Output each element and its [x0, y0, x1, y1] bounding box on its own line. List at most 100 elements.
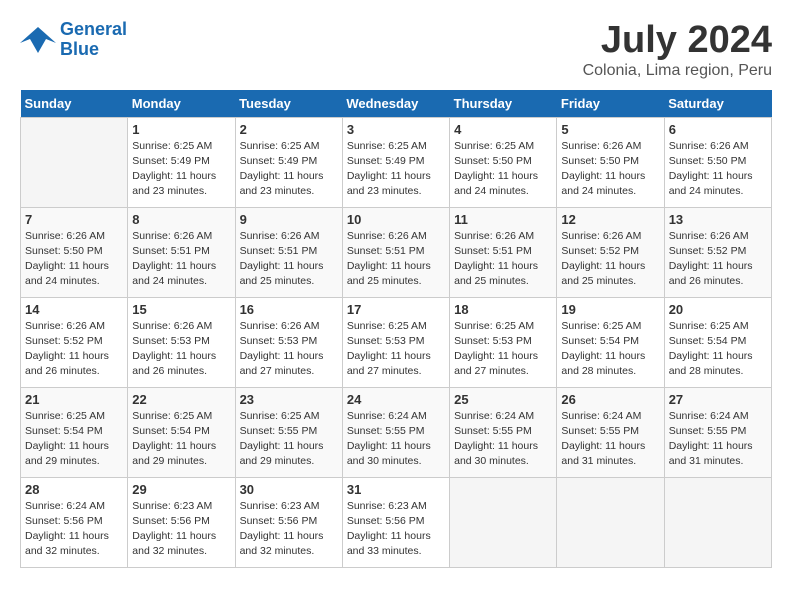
day-info: Sunrise: 6:25 AM Sunset: 5:54 PM Dayligh… [669, 319, 767, 380]
calendar-header-cell: Monday [128, 90, 235, 118]
page-title: July 2024 [583, 20, 772, 62]
calendar-cell: 31 Sunrise: 6:23 AM Sunset: 5:56 PM Dayli… [342, 477, 449, 567]
day-info: Sunrise: 6:25 AM Sunset: 5:49 PM Dayligh… [132, 139, 230, 200]
day-number: 23 [240, 392, 338, 407]
calendar-cell: 5Sunrise: 6:26 AM Sunset: 5:50 PM Daylig… [557, 117, 664, 207]
day-number: 6 [669, 122, 767, 137]
calendar-week-row: 1 Sunrise: 6:25 AM Sunset: 5:49 PM Daylig… [21, 117, 772, 207]
logo-text: General Blue [60, 20, 127, 60]
day-number: 3 [347, 122, 445, 137]
day-number: 17 [347, 302, 445, 317]
day-number: 29 [132, 482, 230, 497]
day-info: Sunrise: 6:25 AM Sunset: 5:54 PM Dayligh… [25, 409, 123, 470]
day-number: 22 [132, 392, 230, 407]
logo-icon [20, 25, 56, 55]
calendar-header-row: SundayMondayTuesdayWednesdayThursdayFrid… [21, 90, 772, 118]
calendar-cell: 3 Sunrise: 6:25 AM Sunset: 5:49 PM Daylig… [342, 117, 449, 207]
day-number: 21 [25, 392, 123, 407]
day-number: 28 [25, 482, 123, 497]
calendar-cell: 2 Sunrise: 6:25 AM Sunset: 5:49 PM Daylig… [235, 117, 342, 207]
calendar-cell: 7 Sunrise: 6:26 AM Sunset: 5:50 PM Daylig… [21, 207, 128, 297]
day-number: 16 [240, 302, 338, 317]
day-info: Sunrise: 6:26 AM Sunset: 5:50 PM Dayligh… [669, 139, 767, 200]
calendar-cell [664, 477, 771, 567]
calendar-week-row: 21 Sunrise: 6:25 AM Sunset: 5:54 PM Dayli… [21, 387, 772, 477]
day-info: Sunrise: 6:26 AM Sunset: 5:51 PM Dayligh… [347, 229, 445, 290]
calendar-cell [557, 477, 664, 567]
day-number: 13 [669, 212, 767, 227]
day-number: 8 [132, 212, 230, 227]
calendar-header-cell: Friday [557, 90, 664, 118]
calendar-cell: 17 Sunrise: 6:25 AM Sunset: 5:53 PM Dayli… [342, 297, 449, 387]
day-info: Sunrise: 6:25 AM Sunset: 5:50 PM Dayligh… [454, 139, 552, 200]
calendar-cell: 27 Sunrise: 6:24 AM Sunset: 5:55 PM Dayli… [664, 387, 771, 477]
calendar-cell: 19Sunrise: 6:25 AM Sunset: 5:54 PM Dayli… [557, 297, 664, 387]
day-info: Sunrise: 6:24 AM Sunset: 5:55 PM Dayligh… [347, 409, 445, 470]
logo: General Blue [20, 20, 127, 60]
calendar-cell: 11Sunrise: 6:26 AM Sunset: 5:51 PM Dayli… [450, 207, 557, 297]
calendar-table: SundayMondayTuesdayWednesdayThursdayFrid… [20, 90, 772, 568]
calendar-cell: 10 Sunrise: 6:26 AM Sunset: 5:51 PM Dayli… [342, 207, 449, 297]
day-info: Sunrise: 6:23 AM Sunset: 5:56 PM Dayligh… [132, 499, 230, 560]
day-info: Sunrise: 6:25 AM Sunset: 5:53 PM Dayligh… [347, 319, 445, 380]
calendar-cell: 26Sunrise: 6:24 AM Sunset: 5:55 PM Dayli… [557, 387, 664, 477]
day-number: 10 [347, 212, 445, 227]
day-number: 12 [561, 212, 659, 227]
day-number: 25 [454, 392, 552, 407]
day-number: 27 [669, 392, 767, 407]
day-number: 30 [240, 482, 338, 497]
day-number: 5 [561, 122, 659, 137]
calendar-cell: 14 Sunrise: 6:26 AM Sunset: 5:52 PM Dayli… [21, 297, 128, 387]
calendar-header-cell: Wednesday [342, 90, 449, 118]
calendar-week-row: 28Sunrise: 6:24 AM Sunset: 5:56 PM Dayli… [21, 477, 772, 567]
day-info: Sunrise: 6:25 AM Sunset: 5:53 PM Dayligh… [454, 319, 552, 380]
calendar-header-cell: Saturday [664, 90, 771, 118]
day-info: Sunrise: 6:25 AM Sunset: 5:49 PM Dayligh… [347, 139, 445, 200]
header: General Blue July 2024 Colonia, Lima reg… [20, 20, 772, 80]
day-number: 15 [132, 302, 230, 317]
calendar-cell: 9Sunrise: 6:26 AM Sunset: 5:51 PM Daylig… [235, 207, 342, 297]
calendar-cell: 29 Sunrise: 6:23 AM Sunset: 5:56 PM Dayli… [128, 477, 235, 567]
page-subtitle: Colonia, Lima region, Peru [583, 62, 772, 80]
day-info: Sunrise: 6:26 AM Sunset: 5:52 PM Dayligh… [669, 229, 767, 290]
calendar-cell: 24 Sunrise: 6:24 AM Sunset: 5:55 PM Dayli… [342, 387, 449, 477]
day-info: Sunrise: 6:25 AM Sunset: 5:49 PM Dayligh… [240, 139, 338, 200]
calendar-cell [21, 117, 128, 207]
logo-line1: General [60, 19, 127, 39]
calendar-cell: 25Sunrise: 6:24 AM Sunset: 5:55 PM Dayli… [450, 387, 557, 477]
day-number: 20 [669, 302, 767, 317]
calendar-cell: 6 Sunrise: 6:26 AM Sunset: 5:50 PM Daylig… [664, 117, 771, 207]
calendar-cell: 22 Sunrise: 6:25 AM Sunset: 5:54 PM Dayli… [128, 387, 235, 477]
calendar-body: 1 Sunrise: 6:25 AM Sunset: 5:49 PM Daylig… [21, 117, 772, 567]
day-info: Sunrise: 6:25 AM Sunset: 5:55 PM Dayligh… [240, 409, 338, 470]
title-area: July 2024 Colonia, Lima region, Peru [583, 20, 772, 80]
day-number: 14 [25, 302, 123, 317]
day-info: Sunrise: 6:23 AM Sunset: 5:56 PM Dayligh… [240, 499, 338, 560]
day-number: 24 [347, 392, 445, 407]
logo-line2: Blue [60, 39, 99, 59]
day-info: Sunrise: 6:25 AM Sunset: 5:54 PM Dayligh… [561, 319, 659, 380]
calendar-cell: 1 Sunrise: 6:25 AM Sunset: 5:49 PM Daylig… [128, 117, 235, 207]
day-info: Sunrise: 6:26 AM Sunset: 5:53 PM Dayligh… [240, 319, 338, 380]
day-number: 18 [454, 302, 552, 317]
calendar-cell: 20 Sunrise: 6:25 AM Sunset: 5:54 PM Dayli… [664, 297, 771, 387]
day-info: Sunrise: 6:23 AM Sunset: 5:56 PM Dayligh… [347, 499, 445, 560]
day-number: 31 [347, 482, 445, 497]
day-number: 2 [240, 122, 338, 137]
calendar-header-cell: Tuesday [235, 90, 342, 118]
day-info: Sunrise: 6:24 AM Sunset: 5:55 PM Dayligh… [669, 409, 767, 470]
day-info: Sunrise: 6:26 AM Sunset: 5:52 PM Dayligh… [25, 319, 123, 380]
day-number: 1 [132, 122, 230, 137]
day-info: Sunrise: 6:26 AM Sunset: 5:52 PM Dayligh… [561, 229, 659, 290]
calendar-week-row: 7 Sunrise: 6:26 AM Sunset: 5:50 PM Daylig… [21, 207, 772, 297]
calendar-cell: 28Sunrise: 6:24 AM Sunset: 5:56 PM Dayli… [21, 477, 128, 567]
calendar-cell: 21 Sunrise: 6:25 AM Sunset: 5:54 PM Dayli… [21, 387, 128, 477]
day-info: Sunrise: 6:26 AM Sunset: 5:50 PM Dayligh… [25, 229, 123, 290]
day-number: 26 [561, 392, 659, 407]
day-info: Sunrise: 6:25 AM Sunset: 5:54 PM Dayligh… [132, 409, 230, 470]
calendar-week-row: 14 Sunrise: 6:26 AM Sunset: 5:52 PM Dayli… [21, 297, 772, 387]
calendar-cell: 18 Sunrise: 6:25 AM Sunset: 5:53 PM Dayli… [450, 297, 557, 387]
calendar-cell: 23 Sunrise: 6:25 AM Sunset: 5:55 PM Dayli… [235, 387, 342, 477]
day-info: Sunrise: 6:26 AM Sunset: 5:51 PM Dayligh… [240, 229, 338, 290]
day-number: 7 [25, 212, 123, 227]
